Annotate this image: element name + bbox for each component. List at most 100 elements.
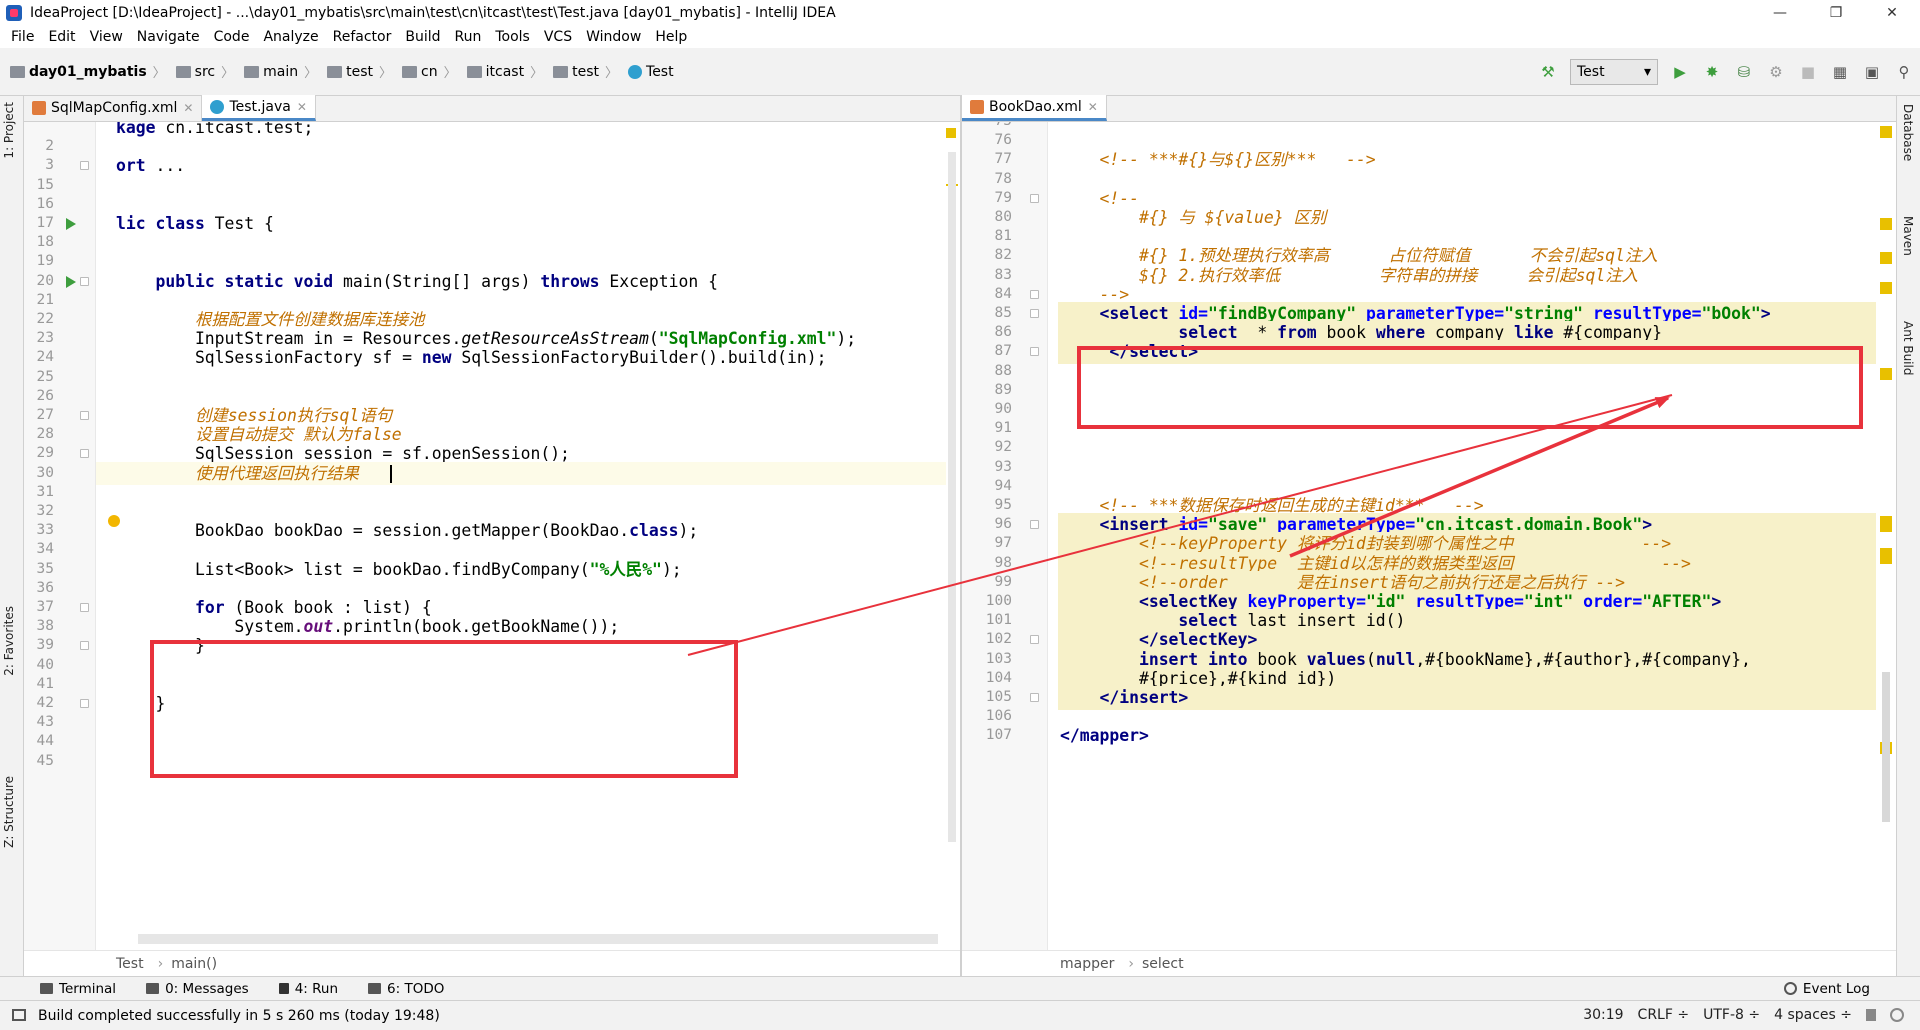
menu-file[interactable]: File [4,29,41,45]
run-configuration-select[interactable]: Test ▾ [1570,59,1658,85]
xml-structure-breadcrumb: mapper › select [962,950,1896,976]
close-tab-icon[interactable]: ✕ [183,101,193,115]
search-icon[interactable]: ⚲ [1893,61,1915,83]
fold-marker-icon[interactable] [1030,193,1039,203]
coverage-icon[interactable]: ⛁ [1733,61,1755,83]
menu-view[interactable]: View [83,29,130,45]
breadcrumb-test-class[interactable]: Test [618,64,674,80]
maximize-button[interactable]: ❐ [1808,0,1864,26]
java-structure-breadcrumb: Test › main() [24,950,960,976]
fold-marker-icon[interactable] [1030,520,1039,530]
breadcrumb-module[interactable]: day01_mybatis 〉 [0,62,166,81]
build-hammer-icon[interactable]: ⚒ [1537,61,1559,83]
menu-edit[interactable]: Edit [41,29,82,45]
run-tab[interactable]: 4: Run [278,981,338,997]
close-tab-icon[interactable]: ✕ [1088,100,1098,114]
fold-marker-icon[interactable] [1030,635,1039,645]
intention-bulb-icon[interactable] [108,515,120,527]
fold-marker-icon[interactable] [80,449,89,459]
text-caret [390,464,392,483]
window-title: IdeaProject [D:\IdeaProject] - ...\day01… [30,5,836,21]
ant-build-tool-tab[interactable]: Ant Build [1901,321,1915,375]
caret-position[interactable]: 30:19 [1583,1007,1623,1023]
favorites-tool-tab[interactable]: 2: Favorites [2,606,16,676]
crumb-class[interactable]: Test [116,956,144,972]
status-message[interactable]: Build completed successfully in 5 s 260 … [38,1008,440,1024]
messages-tab[interactable]: 0: Messages [146,981,249,997]
project-structure-icon[interactable]: ▦ [1829,61,1851,83]
fold-marker-icon[interactable] [80,603,89,612]
close-tab-icon[interactable]: ✕ [297,100,307,114]
lock-icon[interactable] [1866,1009,1876,1021]
tool-windows-toggle-icon[interactable] [12,1009,26,1021]
profile-icon[interactable]: ⚙ [1765,61,1787,83]
sdk-icon[interactable]: ▣ [1861,61,1883,83]
code-text: </mapper> [1060,726,1149,746]
breadcrumb-test[interactable]: test 〉 [317,62,392,81]
vertical-scrollbar[interactable] [948,152,956,842]
menu-run[interactable]: Run [448,29,489,45]
crumb-method[interactable]: main() [171,956,217,972]
menu-help[interactable]: Help [648,29,694,45]
menu-analyze[interactable]: Analyze [256,29,325,45]
minimize-button[interactable]: — [1752,0,1808,26]
line-separator[interactable]: CRLF ÷ [1638,1007,1690,1023]
event-log-tab[interactable]: Event Log [1783,981,1870,997]
run-icon[interactable]: ▶ [1669,61,1691,83]
fold-marker-icon[interactable] [80,641,89,651]
fold-marker-icon[interactable] [1030,347,1039,357]
code-line[interactable]: 45 [24,750,960,774]
fold-marker-icon[interactable] [80,699,89,708]
code-line[interactable]: 107 </mapper> [962,724,1896,748]
warning-marker-icon [1880,126,1892,138]
tab-test-java[interactable]: Test.java ✕ [202,95,316,121]
tab-bookdao-xml[interactable]: BookDao.xml ✕ [962,95,1107,121]
crumb-mapper[interactable]: mapper [1060,956,1114,972]
messages-icon [146,983,160,994]
fold-marker-icon[interactable] [1030,693,1039,702]
fold-marker-icon[interactable] [80,276,89,286]
inspector-icon[interactable] [1890,1008,1904,1022]
maven-tool-tab[interactable]: Maven [1901,216,1915,256]
breadcrumb-main[interactable]: main 〉 [234,62,317,81]
run-gutter-icon[interactable] [66,275,76,288]
indent-setting[interactable]: 4 spaces ÷ [1774,1007,1852,1023]
database-tool-tab[interactable]: Database [1901,104,1915,161]
menu-build[interactable]: Build [398,29,447,45]
fold-marker-icon[interactable] [1030,289,1039,299]
editor-splitter[interactable] [960,96,962,976]
xml-editor[interactable]: 757677 <!-- ***#{}与${}区别*** -->7879 <!--… [962,122,1896,950]
file-encoding[interactable]: UTF-8 ÷ [1703,1007,1760,1023]
java-editor[interactable]: kage cn.itcast.test; 2 3 ort ... 15 16 17 lic c… [24,122,960,950]
menu-window[interactable]: Window [579,29,648,45]
project-tool-tab[interactable]: 1: Project [2,102,16,159]
fold-marker-icon[interactable] [1030,309,1039,318]
horizontal-scrollbar[interactable] [138,934,938,944]
run-gutter-icon[interactable] [66,218,76,230]
fold-marker-icon[interactable] [80,161,89,171]
terminal-tab[interactable]: Terminal [40,981,116,997]
crumb-select[interactable]: select [1142,956,1184,972]
menu-tools[interactable]: Tools [488,29,537,45]
menu-code[interactable]: Code [207,29,257,45]
breadcrumb-itcast[interactable]: itcast 〉 [457,62,543,81]
debug-icon[interactable]: ✸ [1701,61,1723,83]
breadcrumb-test-package[interactable]: test 〉 [543,62,618,81]
fold-marker-icon[interactable] [80,411,89,420]
structure-tool-tab[interactable]: Z: Structure [2,776,16,848]
tab-sqlmapconfig[interactable]: SqlMapConfig.xml ✕ [24,95,203,121]
stop-icon[interactable]: ■ [1797,61,1819,83]
error-stripe-mark [1880,218,1892,230]
menu-vcs[interactable]: VCS [537,29,579,45]
breadcrumb-cn[interactable]: cn 〉 [392,62,457,81]
todo-tab[interactable]: 6: TODO [368,981,444,997]
close-button[interactable]: ✕ [1864,0,1920,26]
menu-navigate[interactable]: Navigate [130,29,207,45]
module-folder-icon [10,65,25,78]
terminal-icon [40,983,53,994]
todo-icon [368,983,382,994]
breadcrumb-src[interactable]: src 〉 [166,62,234,81]
vertical-scrollbar[interactable] [1882,672,1890,822]
folder-icon [553,65,569,78]
menu-refactor[interactable]: Refactor [326,29,399,45]
